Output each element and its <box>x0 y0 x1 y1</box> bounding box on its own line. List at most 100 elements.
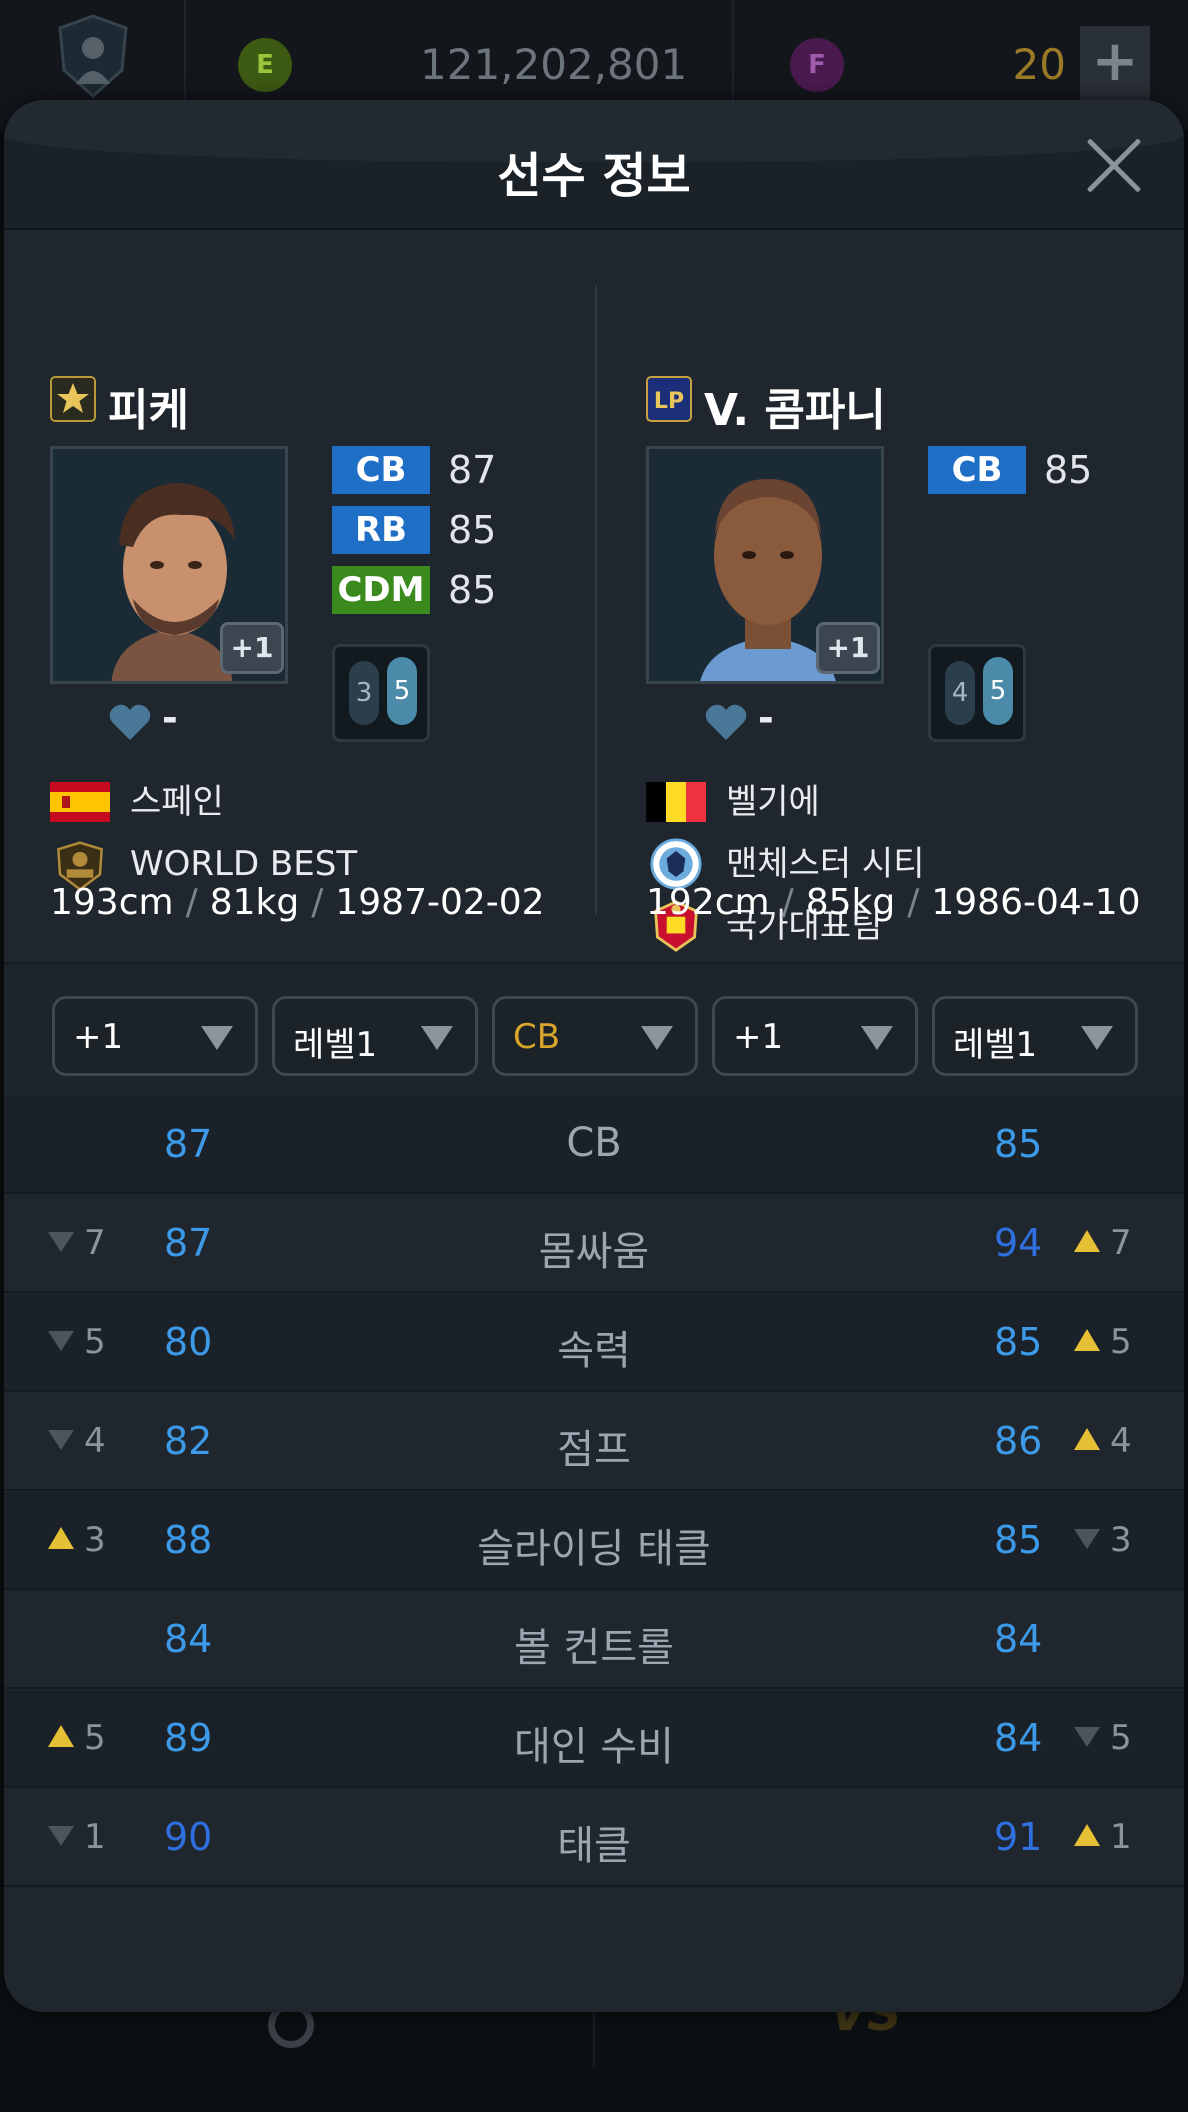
position-rating: 85 <box>1044 448 1093 492</box>
stat-row: 3 88 슬라이딩 태클 85 3 <box>4 1492 1184 1590</box>
nation-name: 벨기에 <box>726 782 820 822</box>
manager-shield-icon[interactable] <box>56 14 130 98</box>
right-stat-value: 86 <box>994 1419 1043 1463</box>
right-stat-value: 85 <box>994 1518 1043 1562</box>
position-select[interactable]: CB <box>492 996 698 1076</box>
modal-title: 선수 정보 <box>497 148 691 204</box>
diff-value: 3 <box>84 1520 106 1560</box>
stat-row: 4 82 점프 86 4 <box>4 1393 1184 1491</box>
birth-date: 1987-02-02 <box>335 882 545 923</box>
chevron-down-icon <box>861 1026 893 1050</box>
left-stat-value: 84 <box>164 1617 213 1661</box>
diff-value: 3 <box>1110 1520 1132 1560</box>
spain-flag-icon <box>50 782 110 822</box>
stat-name: CB <box>566 1120 622 1166</box>
right-enhance-select[interactable]: +1 <box>712 996 918 1076</box>
select-value: 레벨1 <box>953 1025 1038 1065</box>
left-stat-value: 87 <box>164 1221 213 1265</box>
stat-comparison-list[interactable]: 87 CB 85 7 87 몸싸움 94 7 5 80 속력 85 5 4 82 점프 86 4 3 88 슬라이딩 태… <box>4 1096 1184 2012</box>
right-diff: 7 <box>1074 1223 1174 1263</box>
lp-season-icon: LP <box>646 376 692 422</box>
arrow-up-icon <box>1074 1824 1100 1846</box>
weight: 81kg <box>209 882 300 923</box>
enhance-badge: +1 <box>816 622 880 674</box>
select-value: 레벨1 <box>293 1025 378 1065</box>
arrow-down-icon <box>1074 1727 1100 1747</box>
stat-name: 태클 <box>557 1823 631 1869</box>
e-coin-icon: E <box>238 38 292 92</box>
arrow-down-icon <box>1074 1529 1100 1549</box>
select-value: +1 <box>733 1017 784 1057</box>
stat-name: 점프 <box>557 1427 631 1473</box>
right-stat-value: 85 <box>994 1122 1043 1166</box>
left-stat-value: 89 <box>164 1716 213 1760</box>
diff-value: 5 <box>1110 1718 1132 1758</box>
likes-count: - <box>162 696 178 740</box>
left-diff: 1 <box>48 1817 128 1857</box>
right-stat-value: 94 <box>994 1221 1043 1265</box>
diff-value: 4 <box>84 1421 106 1461</box>
left-enhance-select[interactable]: +1 <box>52 996 258 1076</box>
player-card-left: 피케 +1 - CB 87 RB 85 CDM 85 3 5 스페인 WORLD… <box>50 270 610 950</box>
height: 192cm <box>646 882 770 923</box>
stat-name: 몸싸움 <box>538 1229 650 1275</box>
comparison-selector-bar: +1 레벨1 CB +1 레벨1 <box>4 962 1184 1096</box>
separator: / <box>185 882 198 923</box>
strong-foot: 5 <box>983 657 1013 725</box>
position-badge: CB <box>332 446 430 494</box>
diff-value: 1 <box>84 1817 106 1857</box>
star-season-icon <box>50 376 96 422</box>
player-card-right: LP V. 콤파니 +1 - CB 85 4 5 벨기에 맨체스터 시티 국가대… <box>646 270 1184 952</box>
right-stat-value: 84 <box>994 1716 1043 1760</box>
stat-name: 대인 수비 <box>514 1724 674 1770</box>
right-diff: 4 <box>1074 1421 1174 1461</box>
heart-icon[interactable] <box>108 702 152 742</box>
stat-row: 5 80 속력 85 5 <box>4 1294 1184 1392</box>
left-diff: 7 <box>48 1223 128 1263</box>
stat-row: 7 87 몸싸움 94 7 <box>4 1195 1184 1293</box>
right-stat-value: 84 <box>994 1617 1043 1661</box>
left-diff: 5 <box>48 1718 128 1758</box>
left-diff: 4 <box>48 1421 128 1461</box>
player-info-modal: 선수 정보 피케 +1 - CB 87 RB 85 CDM 85 3 5 스페인… <box>4 100 1184 2012</box>
right-diff: 3 <box>1074 1520 1174 1560</box>
belgium-flag-icon <box>646 782 706 822</box>
strong-foot: 5 <box>387 657 417 725</box>
left-stat-value: 88 <box>164 1518 213 1562</box>
separator: / <box>311 882 324 923</box>
arrow-down-icon <box>48 1430 74 1450</box>
chevron-down-icon <box>1081 1026 1113 1050</box>
left-stat-value: 80 <box>164 1320 213 1364</box>
position-rating: 87 <box>448 448 497 492</box>
weak-foot: 3 <box>349 661 379 725</box>
foot-stat: 4 5 <box>928 644 1026 742</box>
f-coin-count: 20 <box>1012 40 1066 89</box>
money-amount: 121,202,801 <box>420 40 688 89</box>
likes-count: - <box>758 696 774 740</box>
svg-text:LP: LP <box>654 389 684 414</box>
add-coin-button[interactable]: + <box>1080 26 1150 102</box>
enhance-badge: +1 <box>220 622 284 674</box>
nation-name: 스페인 <box>130 782 224 822</box>
heart-icon[interactable] <box>704 702 748 742</box>
stat-row: 84 볼 컨트롤 84 <box>4 1591 1184 1689</box>
position-badge: RB <box>332 506 430 554</box>
select-value: CB <box>513 1017 561 1057</box>
close-button[interactable] <box>1084 136 1144 196</box>
right-stat-value: 91 <box>994 1815 1043 1859</box>
left-stat-value: 82 <box>164 1419 213 1463</box>
right-stat-value: 85 <box>994 1320 1043 1364</box>
arrow-down-icon <box>48 1331 74 1351</box>
left-stat-value: 87 <box>164 1122 213 1166</box>
left-level-select[interactable]: 레벨1 <box>272 996 478 1076</box>
diff-value: 4 <box>1110 1421 1132 1461</box>
height: 193cm <box>50 882 174 923</box>
arrow-up-icon <box>1074 1230 1100 1252</box>
right-level-select[interactable]: 레벨1 <box>932 996 1138 1076</box>
diff-value: 7 <box>84 1223 106 1263</box>
left-diff: 5 <box>48 1322 128 1362</box>
club-name: 맨체스터 시티 <box>726 844 925 884</box>
arrow-down-icon <box>48 1826 74 1846</box>
stat-name: 속력 <box>557 1328 631 1374</box>
chevron-down-icon <box>201 1026 233 1050</box>
